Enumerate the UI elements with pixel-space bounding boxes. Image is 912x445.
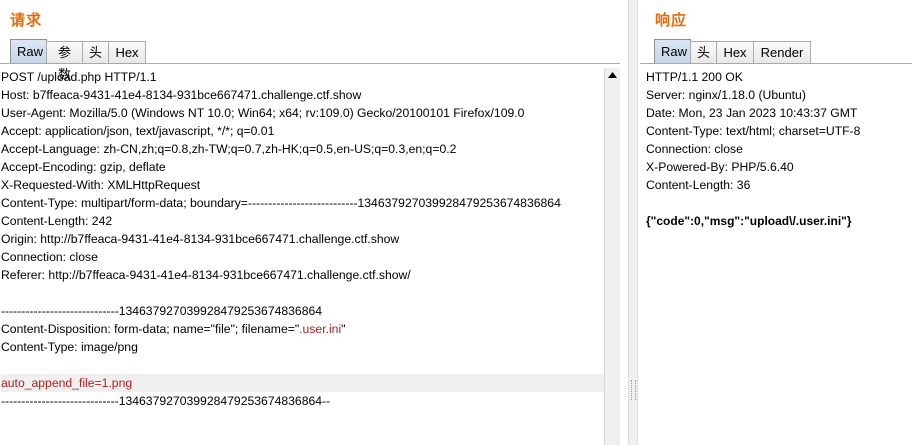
response-blank-line <box>646 194 860 212</box>
response-tab-headers[interactable]: 头 <box>690 41 717 63</box>
content-disposition-prefix: Content-Disposition: form-data; name="fi… <box>1 322 300 336</box>
request-line: Accept-Encoding: gzip, deflate <box>1 160 166 174</box>
response-tab-raw[interactable]: Raw <box>654 39 691 63</box>
response-line: Server: nginx/1.18.0 (Ubuntu) <box>646 88 806 102</box>
triangle-up-icon[interactable] <box>605 68 620 83</box>
response-text[interactable]: HTTP/1.1 200 OK Server: nginx/1.18.0 (Ub… <box>646 68 860 230</box>
request-line: Content-Type: multipart/form-data; bound… <box>1 196 561 210</box>
request-line: X-Requested-With: XMLHttpRequest <box>1 178 201 192</box>
request-line: Content-Length: 242 <box>1 214 113 228</box>
request-blank-line <box>1 284 604 302</box>
request-tab-params[interactable]: 参数 <box>46 41 83 82</box>
request-tab-hex[interactable]: Hex <box>108 41 146 63</box>
request-line: Accept-Language: zh-CN,zh;q=0.8,zh-TW;q=… <box>1 142 457 156</box>
request-tab-raw[interactable]: Raw <box>10 39 47 63</box>
request-line: Origin: http://b7ffeaca-9431-41e4-8134-9… <box>1 232 400 246</box>
splitter-grip[interactable] <box>631 380 636 400</box>
response-body[interactable]: HTTP/1.1 200 OK Server: nginx/1.18.0 (Ub… <box>640 63 912 445</box>
response-line: Content-Length: 36 <box>646 178 751 192</box>
request-line: Connection: close <box>1 250 98 264</box>
request-line: Content-Type: image/png <box>1 340 138 354</box>
request-panel: 请求 Raw 参数 头 Hex POST /upload.php HTTP/1.… <box>0 0 620 445</box>
request-line: POST /upload.php HTTP/1.1 <box>1 70 157 84</box>
response-line: X-Powered-By: PHP/5.6.40 <box>646 160 794 174</box>
response-tab-hex[interactable]: Hex <box>716 41 754 63</box>
request-body[interactable]: POST /upload.php HTTP/1.1 Host: b7ffeaca… <box>0 63 620 445</box>
panel-splitter[interactable] <box>628 0 638 445</box>
filename-suffix: " <box>341 322 346 336</box>
request-title: 请求 <box>10 12 43 29</box>
request-line: Referer: http://b7ffeaca-9431-41e4-8134-… <box>1 268 411 282</box>
request-line: User-Agent: Mozilla/5.0 (Windows NT 10.0… <box>1 106 525 120</box>
request-tab-headers[interactable]: 头 <box>82 41 109 63</box>
response-tab-render[interactable]: Render <box>753 41 811 63</box>
triangle-up-icon-svg <box>608 72 617 78</box>
request-line: Accept: application/json, text/javascrip… <box>1 124 275 138</box>
request-blank-line <box>1 356 604 374</box>
request-scrollbar[interactable] <box>604 68 620 445</box>
response-tabs: Raw 头 Hex Render <box>654 38 811 63</box>
request-highlighted-line: auto_append_file=1.png <box>1 374 604 392</box>
response-json-body: {"code":0,"msg":"upload\/.user.ini"} <box>646 214 852 228</box>
response-line: Connection: close <box>646 142 743 156</box>
request-line: Host: b7ffeaca-9431-41e4-8134-931bce6674… <box>1 88 362 102</box>
response-title: 响应 <box>655 12 688 29</box>
http-viewer: 请求 Raw 参数 头 Hex POST /upload.php HTTP/1.… <box>0 0 912 445</box>
response-line: HTTP/1.1 200 OK <box>646 70 743 84</box>
response-line: Date: Mon, 23 Jan 2023 10:43:37 GMT <box>646 106 858 120</box>
request-content-disposition-line: Content-Disposition: form-data; name="fi… <box>1 320 604 338</box>
request-line: -----------------------------13463792703… <box>1 394 331 408</box>
filename-value: .user.ini <box>299 322 342 336</box>
request-tabs: Raw 参数 头 Hex <box>10 38 146 82</box>
response-line: Content-Type: text/html; charset=UTF-8 <box>646 124 861 138</box>
request-line: -----------------------------13463792703… <box>1 304 323 318</box>
response-panel: 响应 Raw 头 Hex Render HTTP/1.1 200 OK Serv… <box>640 0 912 445</box>
request-text[interactable]: POST /upload.php HTTP/1.1 Host: b7ffeaca… <box>1 68 604 410</box>
